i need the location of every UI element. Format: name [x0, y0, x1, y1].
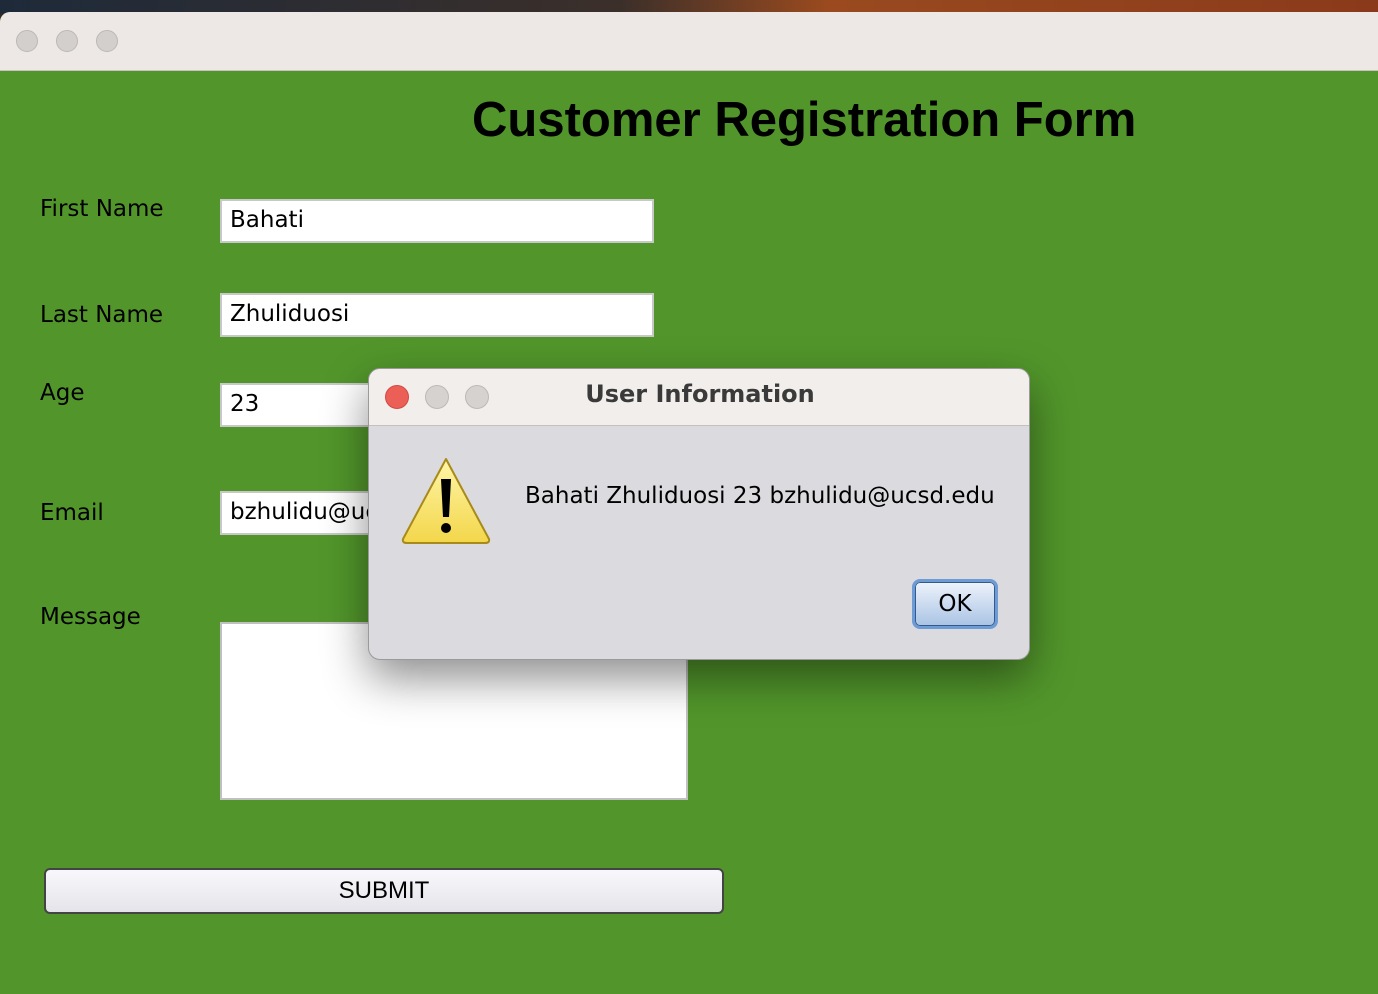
form-heading: Customer Registration Form	[472, 93, 1137, 147]
window-zoom-button[interactable]	[96, 30, 118, 52]
window-titlebar[interactable]	[0, 12, 1378, 71]
dialog-titlebar[interactable]: User Information	[369, 369, 1029, 426]
last-name-label: Last Name	[40, 302, 164, 328]
warning-icon	[401, 458, 491, 544]
first-name-label: First Name	[40, 196, 164, 222]
submit-button[interactable]: SUBMIT	[44, 868, 724, 914]
email-label: Email	[40, 500, 104, 526]
window-close-button[interactable]	[16, 30, 38, 52]
dialog-message: Bahati Zhuliduosi 23 bzhulidu@ucsd.edu	[525, 483, 995, 509]
message-label: Message	[40, 604, 141, 630]
ok-button[interactable]: OK	[912, 579, 998, 629]
first-name-field[interactable]: Bahati	[220, 199, 654, 243]
window-minimize-button[interactable]	[56, 30, 78, 52]
user-information-dialog: User Information Bahati Zhuliduosi 23 bz…	[368, 368, 1030, 660]
age-label: Age	[40, 380, 85, 406]
last-name-field[interactable]: Zhuliduosi	[220, 293, 654, 337]
dialog-title: User Information	[585, 380, 815, 408]
